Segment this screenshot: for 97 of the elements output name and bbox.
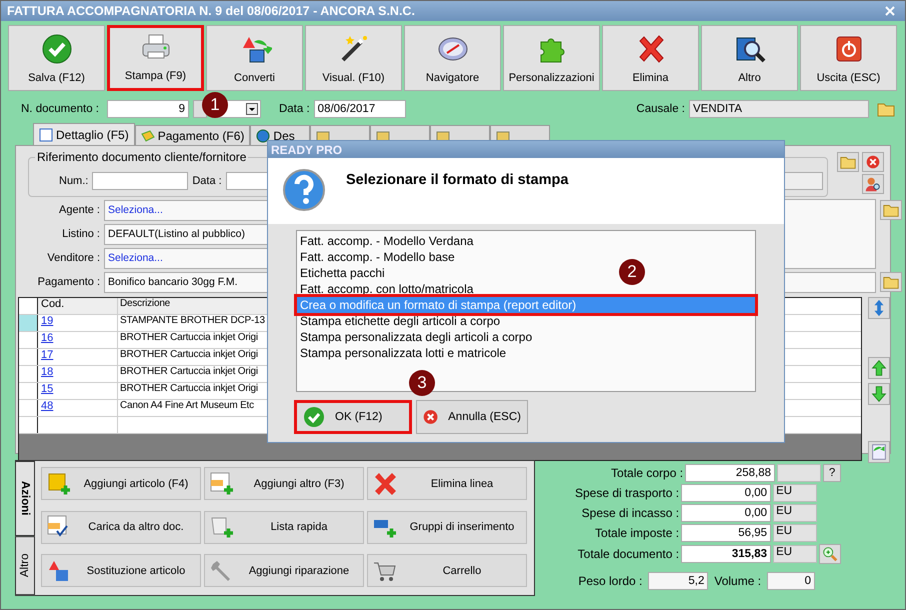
field-label: Venditore : [46, 252, 100, 264]
total-label: Totale documento : [578, 547, 680, 561]
currency-field: EU [773, 484, 818, 502]
action-button[interactable]: Aggiungi altro (F3) [204, 467, 364, 500]
toolbar-button[interactable]: Converti [206, 25, 303, 91]
tab[interactable]: Altro [15, 536, 35, 595]
reason-field[interactable]: VENDITA [689, 100, 869, 118]
row-header[interactable] [19, 315, 38, 331]
tab[interactable]: Pagamento (F6) [134, 125, 250, 145]
date-field[interactable]: 08/06/2017 [314, 100, 406, 118]
table-cell-text: BROTHER Cartuccia inkjet Origi [119, 349, 259, 362]
number-field[interactable] [92, 172, 188, 190]
code-link[interactable]: 18 [41, 366, 54, 378]
total-label: Totale imposte : [595, 526, 680, 540]
action-button[interactable]: Elimina linea [367, 467, 527, 500]
currency-field: EU [773, 545, 818, 563]
toolbar-button[interactable]: Personalizzazioni [503, 25, 600, 91]
field-label: Listino : [61, 228, 100, 240]
code-link[interactable]: 15 [41, 383, 54, 395]
field-label: Pagamento : [36, 276, 100, 288]
list-item[interactable]: Stampa etichette degli articoli a corpo [297, 313, 500, 329]
list-item[interactable]: Fatt. accomp. con lotto/matricola [297, 281, 474, 297]
action-button[interactable]: Sostituzione articolo [41, 554, 201, 588]
check-icon [40, 32, 74, 66]
question-icon [282, 168, 326, 212]
weight-label: Peso lordo : [578, 574, 642, 588]
action-button[interactable]: Carica da altro doc. [41, 510, 201, 544]
currency-field: EU [773, 524, 818, 542]
grid-add-icon [209, 470, 235, 496]
column-header: Cod. [38, 298, 118, 314]
field-label: Causale : [636, 103, 685, 115]
total-label: Spese di trasporto : [575, 486, 680, 500]
toolbar-button[interactable]: Altro [701, 25, 798, 91]
amount-field: 258,88 [685, 464, 776, 482]
ok-button[interactable]: OK (F12) [294, 400, 412, 434]
group-title: Riferimento documento cliente/fornitore [35, 150, 248, 164]
action-button[interactable]: Carrello [367, 554, 527, 588]
list-item[interactable]: Stampa personalizzata lotti e matricole [297, 345, 506, 361]
globe-icon [256, 128, 270, 142]
action-button[interactable]: Aggiungi riparazione [204, 554, 364, 588]
list-item[interactable]: Stampa personalizzata degli articoli a corpo [297, 329, 532, 345]
total-label: Totale corpo : [611, 466, 684, 480]
code-link[interactable]: 17 [41, 349, 54, 361]
close-icon[interactable] [862, 152, 884, 172]
currency-field [777, 464, 822, 482]
volume-field: 0 [767, 572, 816, 590]
help-button[interactable]: ? [823, 464, 842, 482]
toolbar-button[interactable]: Stampa (F9) [107, 25, 204, 91]
amount-field: 56,95 [681, 524, 772, 542]
field-label: Num.: [59, 175, 88, 187]
dialog-heading: Selezionare il formato di stampa [346, 172, 568, 188]
weight-field: 5,2 [648, 572, 708, 590]
cancel-button[interactable]: Annulla (ESC) [416, 400, 528, 434]
table-cell-text: BROTHER Cartuccia inkjet Origi [119, 366, 259, 379]
code-link[interactable]: 48 [41, 400, 54, 412]
toolbar-button[interactable]: Elimina [602, 25, 699, 91]
table-cell-text: Canon A4 Fine Art Museum Etc [119, 400, 255, 413]
amount-field: 315,83 [681, 545, 772, 563]
field-label: Data : [278, 103, 310, 115]
column-header: Descrizione [118, 298, 268, 314]
list-item[interactable]: Fatt. accomp. - Modello base [297, 249, 455, 265]
table-cell-text: BROTHER Cartuccia inkjet Origi [119, 332, 259, 345]
toolbar-button[interactable]: Uscita (ESC) [800, 25, 897, 91]
field-label: N. documento : [21, 103, 99, 115]
action-button[interactable]: Gruppi di inserimento [367, 510, 527, 544]
zoom-in-icon[interactable] [819, 544, 842, 564]
check-icon [303, 406, 325, 428]
toolbar-button[interactable]: Salva (F12) [8, 25, 105, 91]
action-button[interactable]: Lista rapida [204, 510, 364, 544]
toolbar-button[interactable]: Navigatore [404, 25, 501, 91]
calendar-icon [39, 128, 53, 142]
tab[interactable]: Dettaglio (F5) [33, 123, 135, 145]
document-number-field[interactable]: 9 [106, 100, 189, 118]
currency-field: EU [773, 504, 818, 522]
list-item[interactable]: Fatt. accomp. - Modello Verdana [297, 233, 474, 249]
list-item[interactable]: Etichetta pacchi [297, 265, 385, 281]
refresh-icon[interactable] [868, 441, 890, 463]
code-link[interactable]: 19 [41, 315, 54, 327]
table-cell-text: BROTHER Cartuccia inkjet Origi [119, 383, 259, 396]
cube-add-icon [46, 470, 72, 496]
action-button[interactable]: Aggiungi articolo (F4) [41, 467, 201, 500]
person-search-icon[interactable] [862, 174, 884, 194]
total-label: Spese di incasso : [582, 506, 680, 520]
field-label: Data : [192, 175, 222, 187]
toolbar-button[interactable]: Visual. (F10) [305, 25, 402, 91]
table-cell-text: STAMPANTE BROTHER DCP-13 [119, 315, 266, 328]
field-label: Agente : [58, 204, 100, 216]
dialog-title: READY PRO [271, 142, 342, 156]
code-link[interactable]: 16 [41, 332, 54, 344]
amount-field: 0,00 [681, 484, 772, 502]
money-icon [140, 128, 155, 142]
window-title: FATTURA ACCOMPAGNATORIA N. 9 del 08/06/2017 - ANCORA S.N.C. [7, 4, 415, 18]
amount-field: 0,00 [681, 504, 772, 522]
dropdown-icon [246, 103, 258, 115]
volume-label: Volume : [714, 574, 762, 588]
step-marker: 1 [202, 92, 228, 118]
tab[interactable]: Azioni [15, 461, 35, 536]
